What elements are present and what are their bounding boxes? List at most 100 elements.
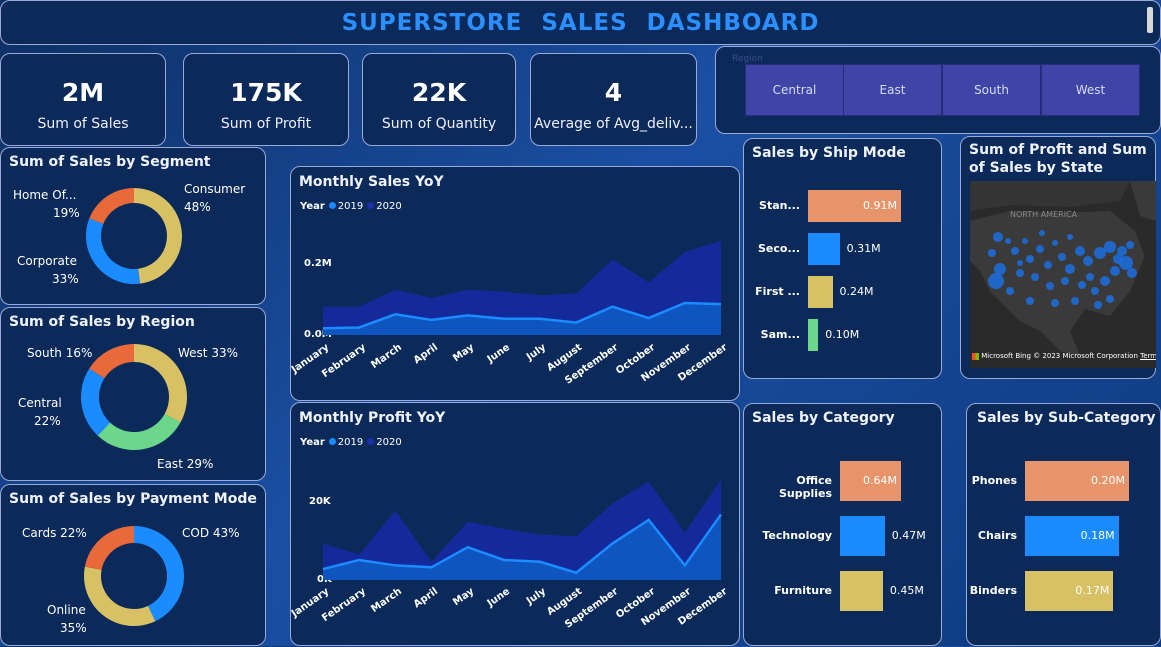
- bar-technology[interactable]: [840, 516, 885, 556]
- state-bubble[interactable]: [1100, 276, 1110, 286]
- state-bubble[interactable]: [1078, 281, 1086, 289]
- bar-category-label: Binders: [969, 584, 1017, 597]
- monthly-profit-area-chart[interactable]: [291, 403, 741, 647]
- slicer-option-east[interactable]: East: [843, 64, 942, 116]
- region-pct-central: 22%: [34, 414, 61, 428]
- category-title: Sales by Category: [752, 410, 895, 426]
- kpi-sales-value: 2M: [61, 78, 105, 107]
- slicer-option-west[interactable]: West: [1041, 64, 1140, 116]
- payment-donut-chart[interactable]: [1, 485, 267, 647]
- state-bubble[interactable]: [1119, 256, 1133, 270]
- state-bubble[interactable]: [1061, 277, 1069, 285]
- bar-furniture[interactable]: [840, 571, 883, 611]
- subcategory-title: Sales by Sub-Category: [977, 410, 1156, 426]
- state-bubble[interactable]: [1126, 241, 1134, 249]
- donut-slice-central[interactable]: [81, 368, 111, 436]
- state-bubble[interactable]: [1117, 246, 1127, 256]
- kpi-sales-card: 2M Sum of Sales: [0, 53, 166, 146]
- bar-category-label: Technology: [762, 529, 832, 542]
- state-bubble[interactable]: [1005, 238, 1011, 244]
- segment-pct-consumer: 48%: [184, 200, 211, 214]
- segment-donut-chart[interactable]: [1, 148, 267, 306]
- slicer-option-central[interactable]: Central: [745, 64, 844, 116]
- kpi-quantity-card: 22K Sum of Quantity: [362, 53, 516, 146]
- state-bubble[interactable]: [1094, 301, 1102, 309]
- slicer-option-south[interactable]: South: [942, 64, 1041, 116]
- state-bubble[interactable]: [1039, 230, 1045, 236]
- payment-label-online: Online: [47, 603, 86, 617]
- state-bubble[interactable]: [1091, 287, 1099, 295]
- donut-slice-cod[interactable]: [134, 526, 184, 622]
- state-bubble[interactable]: [1065, 264, 1075, 274]
- ship-mode-title: Sales by Ship Mode: [752, 145, 906, 161]
- kpi-quantity-value: 22K: [411, 78, 467, 107]
- kpi-profit-card: 175K Sum of Profit: [183, 53, 349, 146]
- state-bubble[interactable]: [1011, 247, 1019, 255]
- scrollbar[interactable]: [1147, 7, 1153, 33]
- donut-slice-east[interactable]: [97, 413, 181, 450]
- state-bubble[interactable]: [988, 273, 1004, 289]
- kpi-profit-value: 175K: [230, 78, 302, 107]
- state-bubble[interactable]: [1026, 297, 1034, 305]
- region-label-west: West 33%: [178, 346, 239, 360]
- payment-label-cod: COD 43%: [182, 526, 240, 540]
- state-bubble[interactable]: [1083, 256, 1093, 266]
- state-bubble[interactable]: [1094, 247, 1106, 259]
- state-bubble[interactable]: [1110, 266, 1120, 276]
- state-bubble[interactable]: [1052, 240, 1058, 246]
- state-bubble[interactable]: [1046, 282, 1054, 290]
- state-bubble[interactable]: [1058, 253, 1066, 261]
- state-bubble[interactable]: [1075, 246, 1085, 256]
- segment-pct-corporate: 33%: [52, 272, 79, 286]
- segment-label-home-office: Home Of...: [13, 188, 77, 202]
- donut-slice-cards[interactable]: [84, 526, 134, 570]
- state-bubble[interactable]: [1086, 273, 1094, 281]
- bar-sam-[interactable]: [808, 319, 819, 351]
- bar-value-label: 0.45M: [889, 584, 924, 597]
- ship-mode-card: Sales by Ship Mode Stan... 0.91M Seco... 0.…: [743, 138, 942, 379]
- segment-pct-home-office: 19%: [53, 206, 80, 220]
- state-bubble[interactable]: [988, 249, 996, 257]
- state-bubble[interactable]: [1106, 295, 1114, 303]
- bar-category-label: Phones: [971, 474, 1017, 487]
- region-label-central: Central: [18, 396, 62, 410]
- state-bubble[interactable]: [1127, 268, 1137, 278]
- kpi-delivery-label: Average of Avg_deliv...: [534, 116, 693, 132]
- donut-slice-corporate[interactable]: [86, 218, 141, 284]
- state-map[interactable]: NORTH AMERICA Microsoft Bing © 2023 Micr…: [970, 181, 1156, 368]
- state-bubble[interactable]: [1017, 260, 1023, 266]
- kpi-delivery-value: 4: [604, 78, 623, 107]
- bar-seco-[interactable]: [808, 233, 840, 265]
- state-bubble[interactable]: [1051, 299, 1059, 307]
- map-terms-link[interactable]: Terms: [1140, 352, 1156, 360]
- state-bubble[interactable]: [1006, 287, 1014, 295]
- state-bubble[interactable]: [1067, 234, 1073, 240]
- region-label-south: South 16%: [27, 346, 93, 360]
- donut-slice-home-of-[interactable]: [89, 188, 134, 224]
- state-bubble[interactable]: [1036, 245, 1044, 253]
- state-bubble[interactable]: [1104, 241, 1116, 253]
- payment-label-cards: Cards 22%: [22, 526, 87, 540]
- bar-value-label: 0.20M: [1091, 474, 1125, 487]
- kpi-delivery-card: 4 Average of Avg_deliv...: [530, 53, 697, 146]
- region-chart-card: Sum of Sales by Region West 33% East 29%…: [0, 307, 266, 481]
- bar-category-label: Office Supplies: [778, 474, 832, 500]
- state-bubble[interactable]: [1031, 273, 1039, 281]
- donut-slice-consumer[interactable]: [134, 188, 183, 284]
- state-bubble[interactable]: [1044, 261, 1052, 269]
- state-bubble[interactable]: [1026, 255, 1034, 263]
- state-bubble[interactable]: [993, 232, 1003, 242]
- region-donut-chart[interactable]: [1, 308, 267, 482]
- state-bubble[interactable]: [1071, 297, 1079, 305]
- category-card: Sales by Category Office Supplies 0.64M Te…: [743, 403, 942, 646]
- bar-value-label: 0.31M: [846, 242, 881, 255]
- bar-category-label: Stan...: [759, 199, 800, 212]
- donut-slice-online[interactable]: [84, 566, 156, 626]
- bar-first-[interactable]: [808, 276, 833, 308]
- monthly-sales-area-chart[interactable]: [291, 167, 741, 402]
- state-bubble[interactable]: [1016, 269, 1024, 277]
- state-bubble[interactable]: [1022, 238, 1028, 244]
- bar-value-label: 0.18M: [1080, 529, 1115, 542]
- map-attribution: Microsoft Bing © 2023 Microsoft Corporat…: [972, 352, 1156, 360]
- bar-category-label: First ...: [755, 285, 800, 298]
